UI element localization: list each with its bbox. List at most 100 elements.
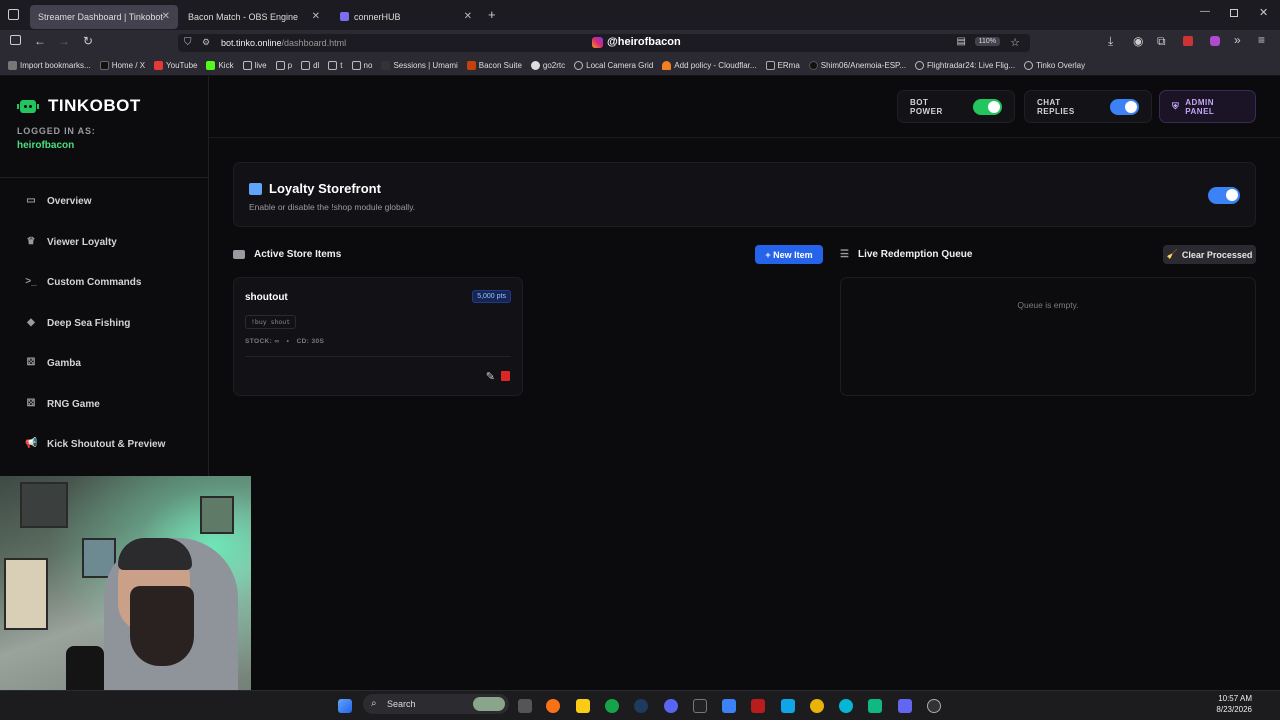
bookmark-item[interactable]: go2rtc — [530, 61, 565, 70]
dice-icon: ⚄ — [26, 398, 36, 409]
edit-icon[interactable]: ✎ — [486, 370, 495, 383]
bookmark-item[interactable]: Home / X — [99, 61, 145, 70]
menu-icon[interactable]: ≡ — [1258, 33, 1265, 47]
bookmark-star-icon[interactable]: ☆ — [1010, 36, 1020, 49]
bookmark-folder[interactable]: no — [351, 61, 372, 70]
logged-in-label: LOGGED IN AS: — [17, 126, 96, 136]
item-command: !buy shout — [245, 315, 297, 329]
steam-icon[interactable] — [634, 699, 648, 713]
new-item-button[interactable]: + New Item — [755, 245, 823, 264]
sidebar-item-custom-commands[interactable]: >_ Custom Commands — [25, 276, 141, 288]
notepad-icon[interactable] — [722, 699, 736, 713]
new-tab-icon[interactable]: + — [488, 7, 496, 22]
box-icon — [233, 250, 245, 259]
terminal-icon: >_ — [25, 276, 37, 287]
clear-processed-button[interactable]: 🧹 Clear Processed — [1163, 245, 1256, 264]
maximize-icon[interactable] — [1230, 9, 1238, 17]
terminal-icon[interactable] — [693, 699, 707, 713]
file-explorer-icon[interactable] — [576, 699, 590, 713]
tab-bacon-match[interactable]: Bacon Match - OBS Engine ✕ — [180, 5, 328, 29]
clock-date: 8/23/2026 — [1216, 705, 1252, 714]
reload-icon[interactable]: ↻ — [83, 34, 93, 48]
sidebar-item-kick-shoutout[interactable]: 📢 Kick Shoutout & Preview — [25, 438, 165, 450]
bookmark-folder[interactable]: live — [242, 61, 267, 70]
instagram-icon — [592, 36, 603, 48]
bookmark-item[interactable]: Flightradar24: Live Flig... — [915, 61, 1015, 70]
sidebar-item-viewer-loyalty[interactable]: ♛ Viewer Loyalty — [25, 236, 117, 248]
bot-power-toggle[interactable] — [972, 98, 1002, 115]
app-icon[interactable] — [898, 699, 912, 713]
flightradar-icon — [915, 61, 925, 70]
bookmark-folder[interactable]: t — [328, 61, 343, 70]
extension-red-icon[interactable] — [1183, 36, 1193, 46]
extensions-icon[interactable]: ⧉ — [1157, 34, 1166, 49]
search-label: Search — [387, 699, 416, 709]
more-tools-icon[interactable]: » — [1234, 33, 1241, 47]
close-window-icon[interactable]: ✕ — [1259, 6, 1268, 19]
close-tab-icon[interactable]: ✕ — [464, 11, 472, 22]
reader-view-icon[interactable]: ▤ — [957, 36, 966, 47]
store-icon — [249, 182, 262, 195]
tab-connerhub[interactable]: connerHUB ✕ — [332, 5, 480, 29]
account-icon[interactable]: ◉ — [1133, 34, 1143, 48]
bookmark-item[interactable]: YouTube — [154, 61, 197, 70]
admin-panel-button[interactable]: ⛨ ADMIN PANEL — [1159, 90, 1256, 123]
streamer-cap — [118, 538, 192, 570]
app-icon[interactable] — [868, 699, 882, 713]
task-view-icon[interactable] — [518, 699, 532, 713]
close-tab-icon[interactable]: ✕ — [162, 11, 170, 22]
taskbar-clock[interactable]: 10:57 AM 8/23/2026 — [1216, 693, 1252, 715]
firefox-icon[interactable] — [546, 699, 560, 713]
kick-icon — [206, 61, 216, 70]
xbox-icon[interactable] — [605, 699, 619, 713]
sidebar-item-gamba[interactable]: ⚄ Gamba — [25, 357, 81, 369]
discord-icon[interactable] — [664, 699, 678, 713]
username: heirofbacon — [17, 140, 75, 151]
trash-icon[interactable] — [501, 371, 510, 381]
extension-purple-icon[interactable] — [1210, 36, 1220, 46]
forward-icon[interactable]: → — [58, 34, 70, 48]
sidebar-item-deep-sea-fishing[interactable]: ◆ Deep Sea Fishing — [25, 317, 130, 329]
sidebar-toggle-icon[interactable] — [10, 35, 21, 45]
minimize-icon[interactable]: — — [1200, 6, 1210, 17]
download-icon[interactable]: ⤓ — [1108, 34, 1113, 49]
obs-icon[interactable] — [927, 699, 941, 713]
close-tab-icon[interactable]: ✕ — [312, 11, 320, 22]
bookmark-item[interactable]: Tinko Overlay — [1024, 61, 1085, 70]
windows-start-icon[interactable] — [338, 699, 352, 713]
globe-icon — [574, 61, 584, 70]
bookmark-folder[interactable]: p — [275, 61, 292, 70]
zoom-level[interactable]: 110% — [974, 37, 1000, 46]
tab-list-icon[interactable] — [8, 9, 19, 20]
bookmark-item[interactable]: Local Camera Grid — [574, 61, 653, 70]
sidebar-item-rng-game[interactable]: ⚄ RNG Game — [25, 398, 100, 410]
browser-tab-bar: Streamer Dashboard | Tinkobot ✕ Bacon Ma… — [0, 0, 1280, 30]
bookmark-item[interactable]: Add policy - Cloudflar... — [662, 61, 757, 70]
sidebar-item-overview[interactable]: ▭ Overview — [25, 195, 91, 207]
bookmark-item[interactable]: Sessions | Umami — [381, 61, 458, 70]
queue-empty-text: Queue is empty. — [1017, 300, 1079, 310]
bookmark-item[interactable]: Shim06/Anemoia-ESP... — [808, 61, 906, 70]
url-domain: bot.tinko.online — [221, 38, 282, 48]
taskbar-search[interactable]: ⌕ Search — [363, 694, 509, 714]
voicemeeter-icon[interactable] — [751, 699, 765, 713]
storefront-toggle[interactable] — [1208, 187, 1240, 204]
wall-frame — [20, 482, 68, 528]
bookmark-item[interactable]: ERma — [765, 61, 800, 70]
bookmark-item[interactable]: Bacon Suite — [466, 61, 522, 70]
bookmark-folder[interactable]: dl — [301, 61, 319, 70]
url-bar[interactable]: ⛉ ⚙ bot.tinko.online /dashboard.html @he… — [178, 34, 1030, 52]
tab-streamer-dashboard[interactable]: Streamer Dashboard | Tinkobot ✕ — [30, 4, 178, 29]
back-icon[interactable]: ← — [34, 34, 46, 48]
shield-icon: ⛨ — [1172, 101, 1180, 111]
tab-label: Bacon Match - OBS Engine — [188, 11, 299, 22]
sidebar-item-label: Overview — [47, 195, 92, 207]
chrome-icon[interactable] — [810, 699, 824, 713]
edge-icon[interactable] — [839, 699, 853, 713]
active-items-heading: Active Store Items — [233, 249, 341, 260]
bookmark-item[interactable]: Kick — [206, 61, 234, 70]
vscode-icon[interactable] — [781, 699, 795, 713]
chat-replies-toggle[interactable] — [1109, 98, 1139, 115]
app-topbar: BOT POWER CHAT REPLIES ⛨ ADMIN PANEL — [209, 76, 1280, 138]
bookmark-item[interactable]: Import bookmarks... — [8, 61, 91, 70]
